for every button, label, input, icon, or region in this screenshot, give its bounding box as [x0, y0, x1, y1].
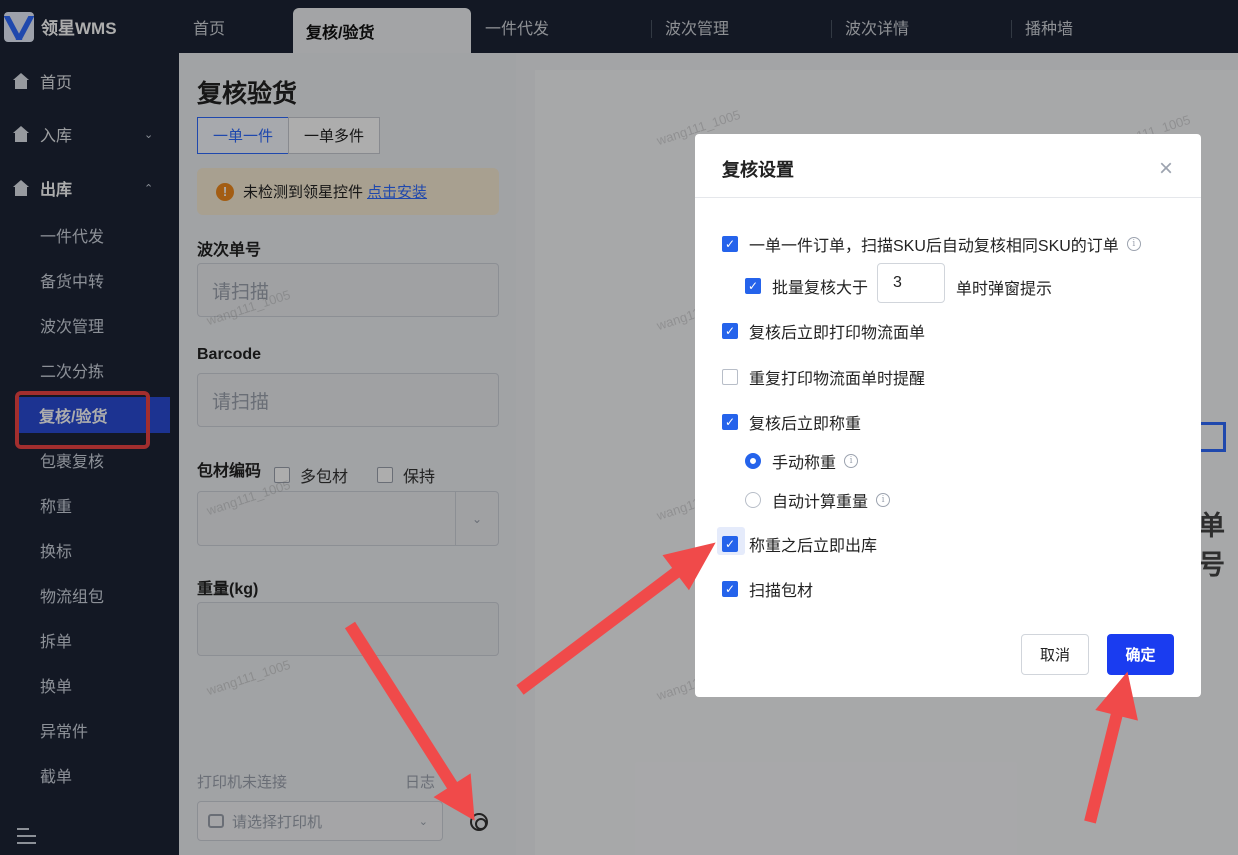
option-suffix: 单时弹窗提示 — [956, 281, 1053, 298]
radio-label: 手动称重 — [772, 455, 837, 472]
radio-label: 自动计算重量 — [772, 494, 869, 511]
option-ship-after-weigh[interactable]: ✓ 称重之后立即出库 — [722, 532, 877, 556]
checkbox-checked-icon: ✓ — [745, 278, 761, 294]
confirm-button[interactable]: 确定 — [1107, 634, 1174, 675]
cancel-button[interactable]: 取消 — [1021, 634, 1089, 675]
option-scan-packaging[interactable]: ✓ 扫描包材 — [722, 577, 813, 601]
option-print-label-after-review[interactable]: ✓ 复核后立即打印物流面单 — [722, 319, 925, 343]
option-label: 复核后立即打印物流面单 — [749, 325, 926, 342]
checkbox-checked-icon: ✓ — [722, 236, 738, 252]
batch-threshold-input[interactable]: 3 — [877, 263, 945, 303]
option-label: 一单一件订单，扫描SKU后自动复核相同SKU的订单 — [749, 238, 1119, 255]
info-icon[interactable]: i — [1126, 237, 1141, 251]
option-label: 称重之后立即出库 — [749, 538, 878, 555]
divider — [695, 197, 1201, 198]
review-settings-dialog: 复核设置 × ✓ 一单一件订单，扫描SKU后自动复核相同SKU的订单 i ✓ 批… — [695, 134, 1201, 697]
radio-selected-icon — [745, 453, 761, 469]
option-auto-review-same-sku[interactable]: ✓ 一单一件订单，扫描SKU后自动复核相同SKU的订单 i — [722, 232, 1141, 256]
option-label: 复核后立即称重 — [749, 416, 862, 433]
close-icon[interactable]: × — [1159, 155, 1173, 183]
checkbox-unchecked-icon — [722, 369, 738, 385]
option-label: 批量复核大于 — [772, 280, 869, 297]
checkbox-checked-icon: ✓ — [722, 581, 738, 597]
radio-manual-weigh[interactable]: 手动称重 i — [745, 449, 859, 473]
checkbox-checked-icon: ✓ — [722, 414, 738, 430]
checkbox-checked-icon: ✓ — [722, 536, 738, 552]
radio-auto-weigh[interactable]: 自动计算重量 i — [745, 488, 891, 512]
info-icon[interactable]: i — [844, 454, 859, 468]
dialog-title: 复核设置 — [722, 160, 794, 180]
checkbox-checked-icon: ✓ — [722, 323, 738, 339]
option-label: 扫描包材 — [749, 583, 814, 600]
option-label: 重复打印物流面单时提醒 — [749, 371, 926, 388]
option-weigh-after-review[interactable]: ✓ 复核后立即称重 — [722, 410, 861, 434]
option-batch-popup[interactable]: ✓ 批量复核大于 — [745, 274, 868, 298]
info-icon[interactable]: i — [876, 493, 891, 507]
radio-unselected-icon — [745, 492, 761, 508]
option-reprint-reminder[interactable]: 重复打印物流面单时提醒 — [722, 365, 925, 389]
